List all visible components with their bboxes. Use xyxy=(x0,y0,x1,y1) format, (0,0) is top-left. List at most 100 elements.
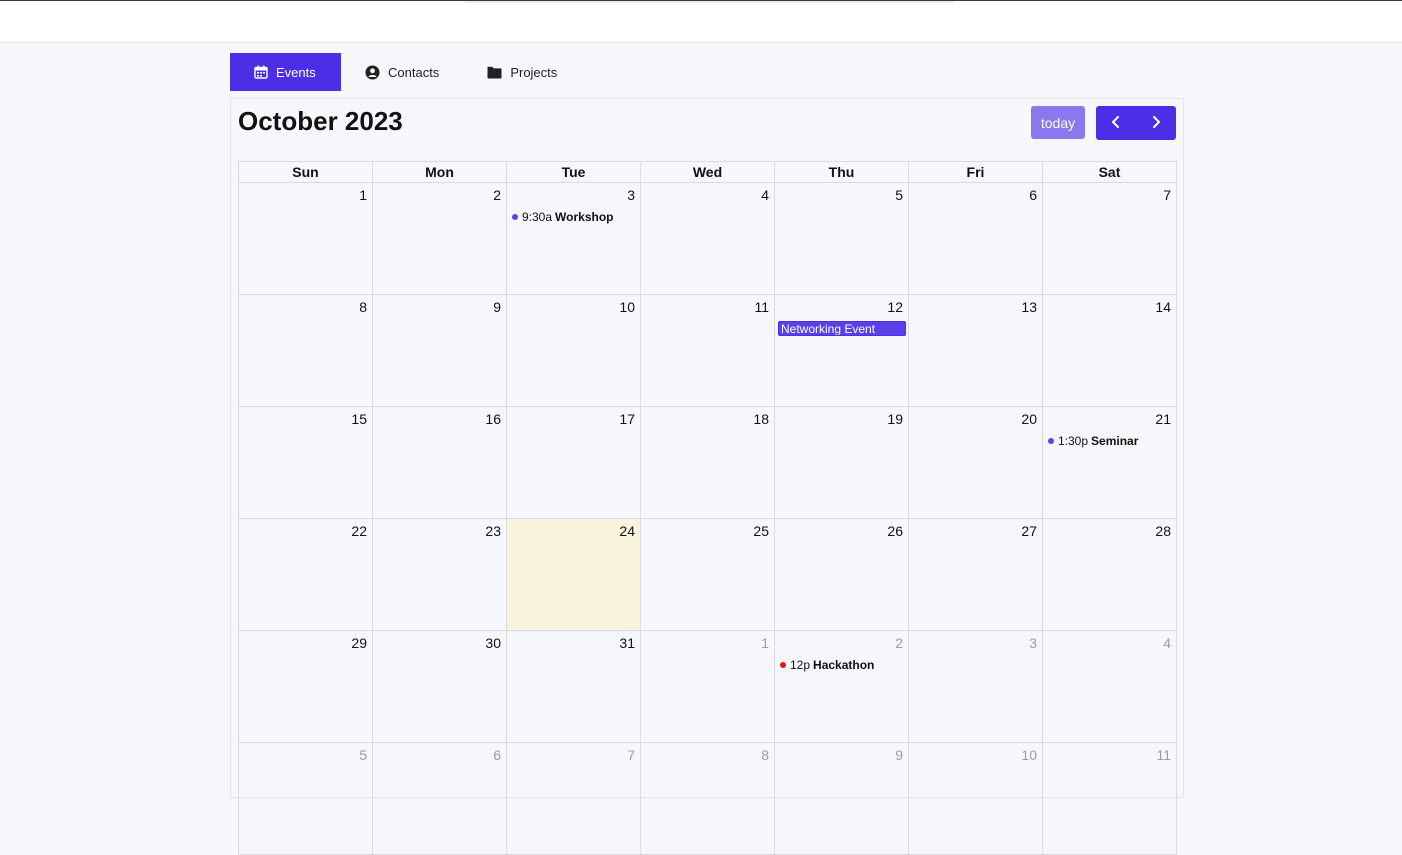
day-cell[interactable]: 3 9:30a Workshop xyxy=(507,183,641,295)
day-cell[interactable]: 13 xyxy=(909,295,1043,407)
day-number[interactable]: 6 xyxy=(493,747,501,763)
day-number[interactable]: 9 xyxy=(895,747,903,763)
day-number[interactable]: 6 xyxy=(1029,187,1037,203)
day-cell[interactable]: 3 xyxy=(909,631,1043,743)
day-cell[interactable]: 2 12p Hackathon xyxy=(775,631,909,743)
day-cell[interactable]: 28 xyxy=(1043,519,1177,631)
day-cell[interactable]: 27 xyxy=(909,519,1043,631)
day-number[interactable]: 16 xyxy=(485,411,501,427)
day-number[interactable]: 20 xyxy=(1021,411,1037,427)
day-cell[interactable]: 8 xyxy=(641,743,775,855)
day-number[interactable]: 17 xyxy=(619,411,635,427)
day-number[interactable]: 26 xyxy=(887,523,903,539)
day-cell[interactable]: 6 xyxy=(373,743,507,855)
day-cell[interactable]: 11 xyxy=(641,295,775,407)
day-cell[interactable]: 1 xyxy=(239,183,373,295)
day-cell[interactable]: 5 xyxy=(239,743,373,855)
event-time: 12p xyxy=(790,658,811,672)
day-number[interactable]: 5 xyxy=(895,187,903,203)
day-number[interactable]: 25 xyxy=(753,523,769,539)
day-number[interactable]: 1 xyxy=(761,635,769,651)
day-number[interactable]: 2 xyxy=(493,187,501,203)
event-item[interactable]: 1:30p Seminar xyxy=(1048,434,1138,448)
calendar-icon xyxy=(254,65,268,79)
day-cell-today[interactable]: 24 xyxy=(507,519,641,631)
day-cell[interactable]: 23 xyxy=(373,519,507,631)
day-cell[interactable]: 29 xyxy=(239,631,373,743)
day-number[interactable]: 13 xyxy=(1021,299,1037,315)
day-number[interactable]: 29 xyxy=(351,635,367,651)
day-cell[interactable]: 10 xyxy=(909,743,1043,855)
day-cell[interactable]: 17 xyxy=(507,407,641,519)
day-cell[interactable]: 10 xyxy=(507,295,641,407)
prev-month-button[interactable] xyxy=(1096,106,1136,140)
day-number[interactable]: 7 xyxy=(1163,187,1171,203)
event-item[interactable]: 12p Hackathon xyxy=(780,658,874,672)
day-number[interactable]: 11 xyxy=(1156,747,1171,763)
day-cell[interactable]: 19 xyxy=(775,407,909,519)
tab-contacts[interactable]: Contacts xyxy=(341,53,463,91)
day-cell[interactable]: 16 xyxy=(373,407,507,519)
day-cell[interactable]: 22 xyxy=(239,519,373,631)
day-number[interactable]: 27 xyxy=(1021,523,1037,539)
day-number[interactable]: 18 xyxy=(753,411,769,427)
day-number[interactable]: 19 xyxy=(887,411,903,427)
day-number[interactable]: 8 xyxy=(359,299,367,315)
event-title: Workshop xyxy=(555,210,614,224)
event-title: Seminar xyxy=(1091,434,1139,448)
day-cell[interactable]: 25 xyxy=(641,519,775,631)
day-number[interactable]: 30 xyxy=(485,635,501,651)
tab-events[interactable]: Events xyxy=(230,53,341,91)
day-cell[interactable]: 4 xyxy=(1043,631,1177,743)
day-cell[interactable]: 6 xyxy=(909,183,1043,295)
day-number[interactable]: 12 xyxy=(887,299,903,315)
day-cell[interactable]: 14 xyxy=(1043,295,1177,407)
day-number[interactable]: 2 xyxy=(895,635,903,651)
day-number[interactable]: 4 xyxy=(1163,635,1171,651)
day-number[interactable]: 10 xyxy=(619,299,635,315)
day-cell[interactable]: 5 xyxy=(775,183,909,295)
day-cell[interactable]: 31 xyxy=(507,631,641,743)
day-cell[interactable]: 12 Networking Event xyxy=(775,295,909,407)
day-number[interactable]: 31 xyxy=(619,635,635,651)
tab-projects[interactable]: Projects xyxy=(463,53,581,91)
next-month-button[interactable] xyxy=(1136,106,1176,140)
day-cell[interactable]: 8 xyxy=(239,295,373,407)
day-number[interactable]: 10 xyxy=(1021,747,1037,763)
event-item[interactable]: 9:30a Workshop xyxy=(512,210,613,224)
day-number[interactable]: 15 xyxy=(351,411,367,427)
event-block[interactable]: Networking Event xyxy=(778,321,906,336)
day-cell[interactable]: 30 xyxy=(373,631,507,743)
day-number[interactable]: 28 xyxy=(1155,523,1171,539)
day-number[interactable]: 7 xyxy=(627,747,635,763)
day-cell[interactable]: 7 xyxy=(507,743,641,855)
day-number[interactable]: 5 xyxy=(359,747,367,763)
day-number[interactable]: 23 xyxy=(485,523,501,539)
day-number[interactable]: 21 xyxy=(1155,411,1171,427)
day-cell[interactable]: 15 xyxy=(239,407,373,519)
event-time: 1:30p xyxy=(1058,434,1089,448)
day-cell[interactable]: 18 xyxy=(641,407,775,519)
chevron-right-icon xyxy=(1150,115,1162,132)
day-cell[interactable]: 21 1:30p Seminar xyxy=(1043,407,1177,519)
day-number[interactable]: 4 xyxy=(761,187,769,203)
day-number[interactable]: 3 xyxy=(627,187,635,203)
day-number[interactable]: 9 xyxy=(493,299,501,315)
today-button[interactable]: today xyxy=(1031,106,1085,139)
day-cell[interactable]: 2 xyxy=(373,183,507,295)
day-cell[interactable]: 9 xyxy=(775,743,909,855)
day-number[interactable]: 14 xyxy=(1155,299,1171,315)
day-number[interactable]: 24 xyxy=(619,523,635,539)
day-number[interactable]: 3 xyxy=(1029,635,1037,651)
day-number[interactable]: 1 xyxy=(359,187,367,203)
day-cell[interactable]: 9 xyxy=(373,295,507,407)
day-cell[interactable]: 1 xyxy=(641,631,775,743)
day-number[interactable]: 22 xyxy=(351,523,367,539)
day-cell[interactable]: 20 xyxy=(909,407,1043,519)
day-cell[interactable]: 26 xyxy=(775,519,909,631)
day-cell[interactable]: 4 xyxy=(641,183,775,295)
day-number[interactable]: 11 xyxy=(754,299,769,315)
day-number[interactable]: 8 xyxy=(761,747,769,763)
day-cell[interactable]: 11 xyxy=(1043,743,1177,855)
day-cell[interactable]: 7 xyxy=(1043,183,1177,295)
